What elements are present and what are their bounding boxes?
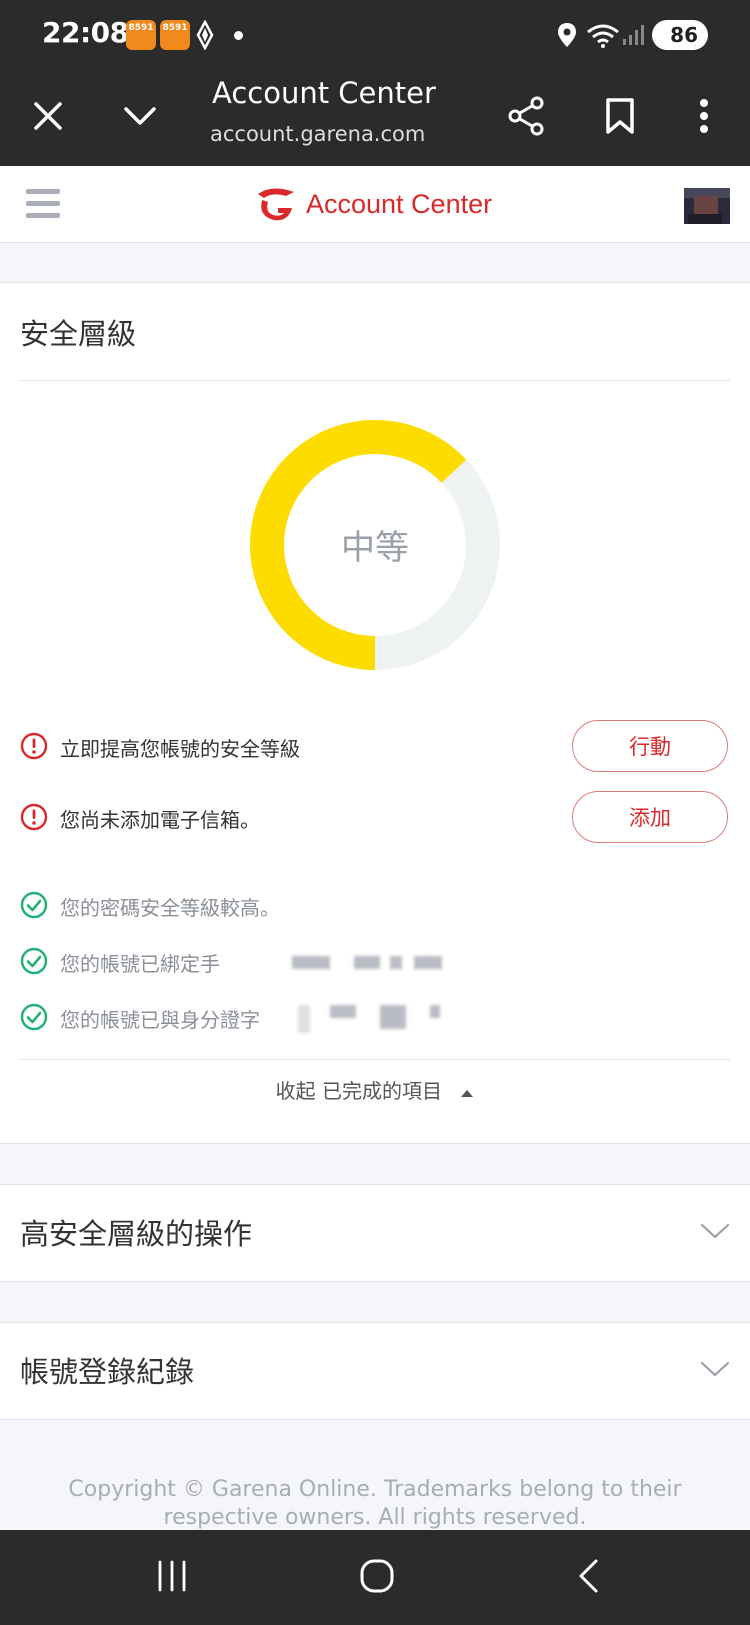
page-title: Account Center xyxy=(212,76,436,110)
alert-text: 您尚未添加電子信箱。 xyxy=(60,808,260,832)
bookmark-icon xyxy=(606,98,634,134)
check-circle-icon xyxy=(20,947,48,975)
home-button[interactable] xyxy=(345,1544,409,1608)
copyright-line: respective owners. All rights reserved. xyxy=(163,1505,587,1530)
battery-icon: 86 xyxy=(652,20,708,50)
location-icon xyxy=(558,23,576,47)
collapse-completed-button[interactable]: 收起 已完成的項目 xyxy=(0,1075,750,1104)
app-notification-badge: 8591 xyxy=(126,20,156,50)
menu-icon xyxy=(26,189,60,194)
redacted-text xyxy=(380,1005,406,1029)
browser-toolbar: Account Center account.garena.com xyxy=(0,70,750,166)
check-circle-icon xyxy=(20,1003,48,1031)
accordion-high-security-operations[interactable]: 高安全層級的操作 xyxy=(0,1184,750,1282)
notification-dot-icon xyxy=(234,31,243,40)
recent-apps-icon xyxy=(158,1560,186,1592)
recent-apps-button[interactable] xyxy=(140,1544,204,1608)
navigation-icon xyxy=(196,20,214,50)
caret-up-icon xyxy=(461,1089,474,1097)
security-level-label: 中等 xyxy=(341,528,409,568)
alert-text: 立即提高您帳號的安全等級 xyxy=(60,737,300,761)
system-nav-bar xyxy=(0,1530,750,1625)
security-level-card: 安全層級 中等 立即提高您帳號的安全等級 行動 您尚未添加電子信箱。 添加 您的… xyxy=(0,282,750,1144)
redacted-text xyxy=(414,956,442,969)
completed-item-text: 您的密碼安全等級較高。 xyxy=(60,896,280,920)
redacted-text xyxy=(430,1005,440,1018)
accordion-title: 帳號登錄紀錄 xyxy=(20,1355,195,1389)
chevron-down-icon xyxy=(700,1361,730,1377)
app-notification-badge: 8591 xyxy=(160,20,190,50)
redacted-text xyxy=(292,956,330,969)
site-header: Account Center xyxy=(0,166,750,243)
brand-logo[interactable]: Account Center xyxy=(252,182,492,226)
accordion-login-history[interactable]: 帳號登錄紀錄 xyxy=(0,1322,750,1420)
redacted-text xyxy=(330,1005,356,1018)
collapse-label: 收起 已完成的項目 xyxy=(275,1079,442,1103)
add-email-button[interactable]: 添加 xyxy=(572,791,728,843)
page-url[interactable]: account.garena.com xyxy=(210,122,425,146)
chevron-down-icon xyxy=(124,107,156,125)
more-options-button[interactable] xyxy=(672,84,736,148)
back-icon xyxy=(579,1559,598,1593)
close-tab-button[interactable] xyxy=(16,84,80,148)
wifi-icon xyxy=(587,24,619,48)
check-circle-icon xyxy=(20,891,48,919)
share-button[interactable] xyxy=(494,84,558,148)
completed-item-text: 您的帳號已與身分證字 xyxy=(60,1008,260,1032)
redacted-text xyxy=(354,956,380,969)
back-button[interactable] xyxy=(556,1544,620,1608)
warning-icon xyxy=(20,732,48,760)
signal-icon xyxy=(623,25,644,45)
brand-title: Account Center xyxy=(306,188,493,219)
more-icon xyxy=(700,99,708,133)
copyright-footer: Copyright © Garena Online. Trademarks be… xyxy=(0,1476,750,1532)
completed-item-text: 您的帳號已綁定手 xyxy=(60,952,220,976)
status-bar: 22:08 8591 8591 86 xyxy=(0,0,750,70)
redacted-text xyxy=(298,1005,310,1033)
redacted-text xyxy=(390,956,402,969)
bookmark-button[interactable] xyxy=(588,84,652,148)
menu-button[interactable] xyxy=(24,184,64,224)
divider xyxy=(20,380,730,381)
divider xyxy=(20,1059,730,1060)
share-icon xyxy=(508,96,544,136)
copyright-line: Copyright © Garena Online. Trademarks be… xyxy=(68,1477,682,1502)
garena-logo-icon xyxy=(258,188,294,221)
accordion-title: 高安全層級的操作 xyxy=(20,1217,253,1251)
warning-icon xyxy=(20,803,48,831)
avatar[interactable] xyxy=(684,188,730,224)
minimize-button[interactable] xyxy=(108,84,172,148)
section-title: 安全層級 xyxy=(20,317,137,351)
chevron-down-icon xyxy=(700,1223,730,1239)
close-icon xyxy=(34,102,62,130)
home-icon xyxy=(360,1559,394,1593)
action-button[interactable]: 行動 xyxy=(572,720,728,772)
status-time: 22:08 xyxy=(42,16,129,49)
